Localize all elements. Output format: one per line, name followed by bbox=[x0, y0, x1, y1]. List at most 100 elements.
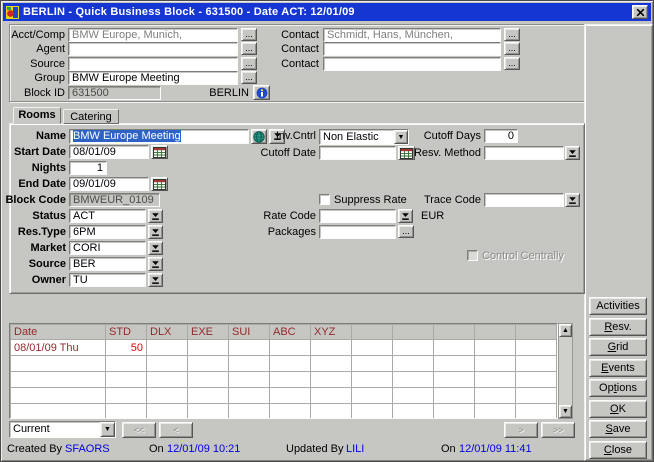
grid-cell[interactable] bbox=[475, 372, 516, 388]
ok-button[interactable]: OK bbox=[589, 400, 647, 418]
events-button[interactable]: Events bbox=[589, 359, 647, 377]
inv-cntrl-combobox[interactable]: Non Elastic ▼ bbox=[319, 129, 409, 145]
owner-lov-button[interactable] bbox=[148, 273, 163, 287]
scroll-up-button[interactable]: ▲ bbox=[559, 324, 572, 337]
group-lookup-button[interactable]: ... bbox=[241, 71, 257, 84]
grid-cell[interactable] bbox=[188, 340, 229, 356]
grid-cell[interactable] bbox=[188, 372, 229, 388]
grid-cell[interactable] bbox=[516, 340, 557, 356]
title-bar[interactable]: BERLIN - Quick Business Block - 631500 -… bbox=[3, 3, 651, 21]
grid-cell[interactable] bbox=[434, 388, 475, 404]
grid-cell[interactable] bbox=[475, 388, 516, 404]
save-button[interactable]: Save bbox=[589, 420, 647, 438]
grid-cell[interactable] bbox=[434, 356, 475, 372]
grid-cell[interactable] bbox=[106, 388, 147, 404]
last-page-button[interactable]: >> bbox=[541, 422, 575, 438]
grid-date-cell[interactable] bbox=[11, 388, 106, 404]
acct-comp-field[interactable]: BMW Europe, Munich, bbox=[68, 28, 238, 42]
rooms-source-field[interactable]: BER bbox=[69, 257, 146, 271]
grid-cell[interactable] bbox=[516, 372, 557, 388]
prev-page-button[interactable]: < bbox=[159, 422, 193, 438]
grid-date-cell[interactable] bbox=[11, 356, 106, 372]
close-window-button[interactable]: Close bbox=[589, 441, 647, 459]
status-field[interactable]: ACT bbox=[69, 209, 146, 223]
next-page-button[interactable]: > bbox=[504, 422, 538, 438]
grid-vertical-scrollbar[interactable]: ▲ ▼ bbox=[558, 323, 573, 419]
tab-catering[interactable]: Catering bbox=[63, 109, 119, 124]
grid-cell[interactable] bbox=[434, 372, 475, 388]
rate-code-field[interactable] bbox=[319, 209, 396, 223]
cutoff-days-field[interactable]: 0 bbox=[484, 129, 518, 143]
grid-cell[interactable] bbox=[311, 372, 352, 388]
contact1-lookup-button[interactable]: ... bbox=[504, 28, 520, 41]
trace-code-field[interactable] bbox=[484, 193, 564, 207]
market-field[interactable]: CORI bbox=[69, 241, 146, 255]
grid-cell[interactable] bbox=[393, 388, 434, 404]
suppress-rate-checkbox[interactable] bbox=[319, 194, 330, 205]
grid-cell[interactable] bbox=[516, 388, 557, 404]
grid-cell[interactable] bbox=[270, 340, 311, 356]
grid-cell[interactable] bbox=[352, 372, 393, 388]
contact3-lookup-button[interactable]: ... bbox=[504, 57, 520, 70]
grid-view-combobox[interactable]: Current ▼ bbox=[9, 421, 116, 438]
rate-code-lov-button[interactable] bbox=[398, 209, 413, 223]
nights-field[interactable]: 1 bbox=[69, 161, 107, 175]
res-type-field[interactable]: 6PM bbox=[69, 225, 146, 239]
tab-rooms[interactable]: Rooms bbox=[13, 107, 61, 124]
agent-field[interactable] bbox=[68, 42, 238, 56]
grid-cell[interactable] bbox=[106, 372, 147, 388]
grid-cell[interactable] bbox=[229, 404, 270, 420]
acct-comp-lookup-button[interactable]: ... bbox=[241, 28, 257, 41]
grid-cell[interactable] bbox=[229, 372, 270, 388]
grid-cell[interactable] bbox=[516, 356, 557, 372]
grid-button[interactable]: Grid bbox=[589, 338, 647, 356]
grid-cell[interactable] bbox=[147, 404, 188, 420]
trace-code-lov-button[interactable] bbox=[565, 193, 580, 207]
resv-button[interactable]: Resv. bbox=[589, 318, 647, 336]
rooms-source-lov-button[interactable] bbox=[148, 257, 163, 271]
grid-cell[interactable] bbox=[188, 356, 229, 372]
status-lov-button[interactable] bbox=[148, 209, 163, 223]
grid-cell[interactable] bbox=[229, 388, 270, 404]
grid-cell[interactable] bbox=[434, 404, 475, 420]
packages-lookup-button[interactable]: ... bbox=[398, 225, 414, 238]
resv-method-lov-button[interactable] bbox=[565, 146, 580, 160]
cutoff-date-field[interactable] bbox=[319, 146, 396, 160]
resv-method-field[interactable] bbox=[484, 146, 564, 160]
info-button[interactable] bbox=[253, 85, 270, 100]
grid-cell[interactable] bbox=[147, 388, 188, 404]
contact3-field[interactable] bbox=[323, 57, 501, 71]
grid-cell[interactable] bbox=[352, 340, 393, 356]
group-field[interactable]: BMW Europe Meeting bbox=[68, 71, 238, 85]
grid-cell[interactable]: 50 bbox=[106, 340, 147, 356]
grid-cell[interactable] bbox=[147, 340, 188, 356]
grid-cell[interactable] bbox=[229, 356, 270, 372]
grid-cell[interactable] bbox=[475, 404, 516, 420]
scroll-down-button[interactable]: ▼ bbox=[559, 405, 572, 418]
options-button[interactable]: Options bbox=[589, 379, 647, 397]
grid-cell[interactable] bbox=[516, 404, 557, 420]
grid-cell[interactable] bbox=[106, 356, 147, 372]
grid-cell[interactable] bbox=[106, 404, 147, 420]
grid-cell[interactable] bbox=[270, 356, 311, 372]
end-date-field[interactable]: 09/01/09 bbox=[69, 177, 149, 191]
first-page-button[interactable]: << bbox=[122, 422, 156, 438]
contact2-lookup-button[interactable]: ... bbox=[504, 42, 520, 55]
name-field[interactable]: BMW Europe Meeting bbox=[69, 129, 249, 144]
grid-cell[interactable] bbox=[311, 404, 352, 420]
grid-cell[interactable] bbox=[147, 356, 188, 372]
grid-cell[interactable] bbox=[311, 356, 352, 372]
grid-cell[interactable] bbox=[188, 404, 229, 420]
grid-date-cell[interactable] bbox=[11, 404, 106, 420]
grid-cell[interactable] bbox=[393, 372, 434, 388]
agent-lookup-button[interactable]: ... bbox=[241, 42, 257, 55]
grid-cell[interactable] bbox=[393, 340, 434, 356]
close-button[interactable] bbox=[632, 5, 648, 19]
packages-field[interactable] bbox=[319, 225, 396, 239]
grid-cell[interactable] bbox=[270, 388, 311, 404]
grid-cell[interactable] bbox=[434, 340, 475, 356]
grid-cell[interactable] bbox=[270, 372, 311, 388]
grid-cell[interactable] bbox=[475, 356, 516, 372]
grid-cell[interactable] bbox=[393, 404, 434, 420]
grid-cell[interactable] bbox=[475, 340, 516, 356]
